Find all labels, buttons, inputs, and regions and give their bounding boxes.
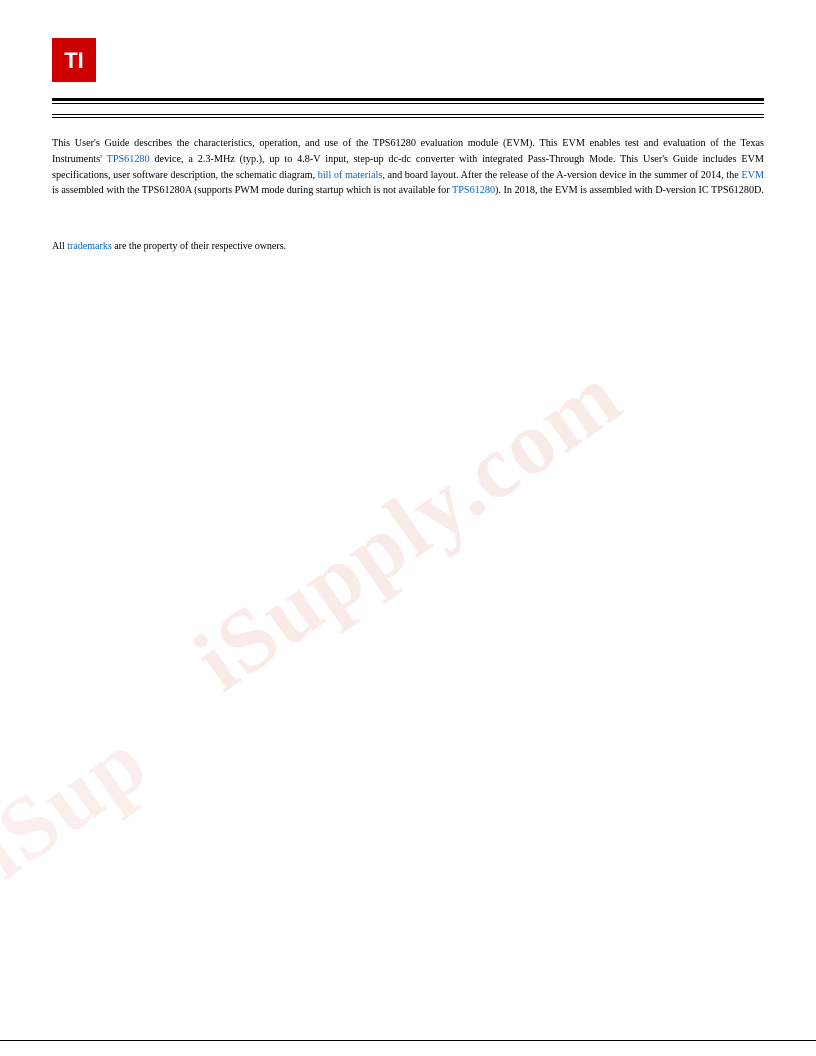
footer	[0, 1040, 816, 1056]
tps61280-link-1[interactable]: TPS61280	[107, 154, 150, 165]
main-title	[52, 104, 764, 114]
title-section	[0, 82, 816, 118]
intro-paragraph: This User's Guide describes the characte…	[52, 136, 764, 199]
trademarks-text: All trademarks are the property of their…	[52, 241, 764, 252]
page: iSupply.com iSup TI	[0, 0, 816, 1056]
header: TI	[0, 0, 816, 82]
bom-link[interactable]: bill of materials	[318, 170, 383, 181]
watermark1: iSupply.com	[176, 344, 640, 712]
ti-logo: TI	[52, 38, 104, 82]
evm-link-1[interactable]: EVM	[741, 170, 764, 181]
watermark2: iSup	[0, 710, 166, 899]
main-content: This User's Guide describes the characte…	[0, 118, 816, 252]
svg-text:TI: TI	[64, 48, 84, 73]
trademarks-link[interactable]: trademarks	[67, 241, 111, 252]
ti-logo-icon: TI	[52, 38, 96, 82]
tps61280-link-2[interactable]: TPS61280	[452, 185, 495, 196]
